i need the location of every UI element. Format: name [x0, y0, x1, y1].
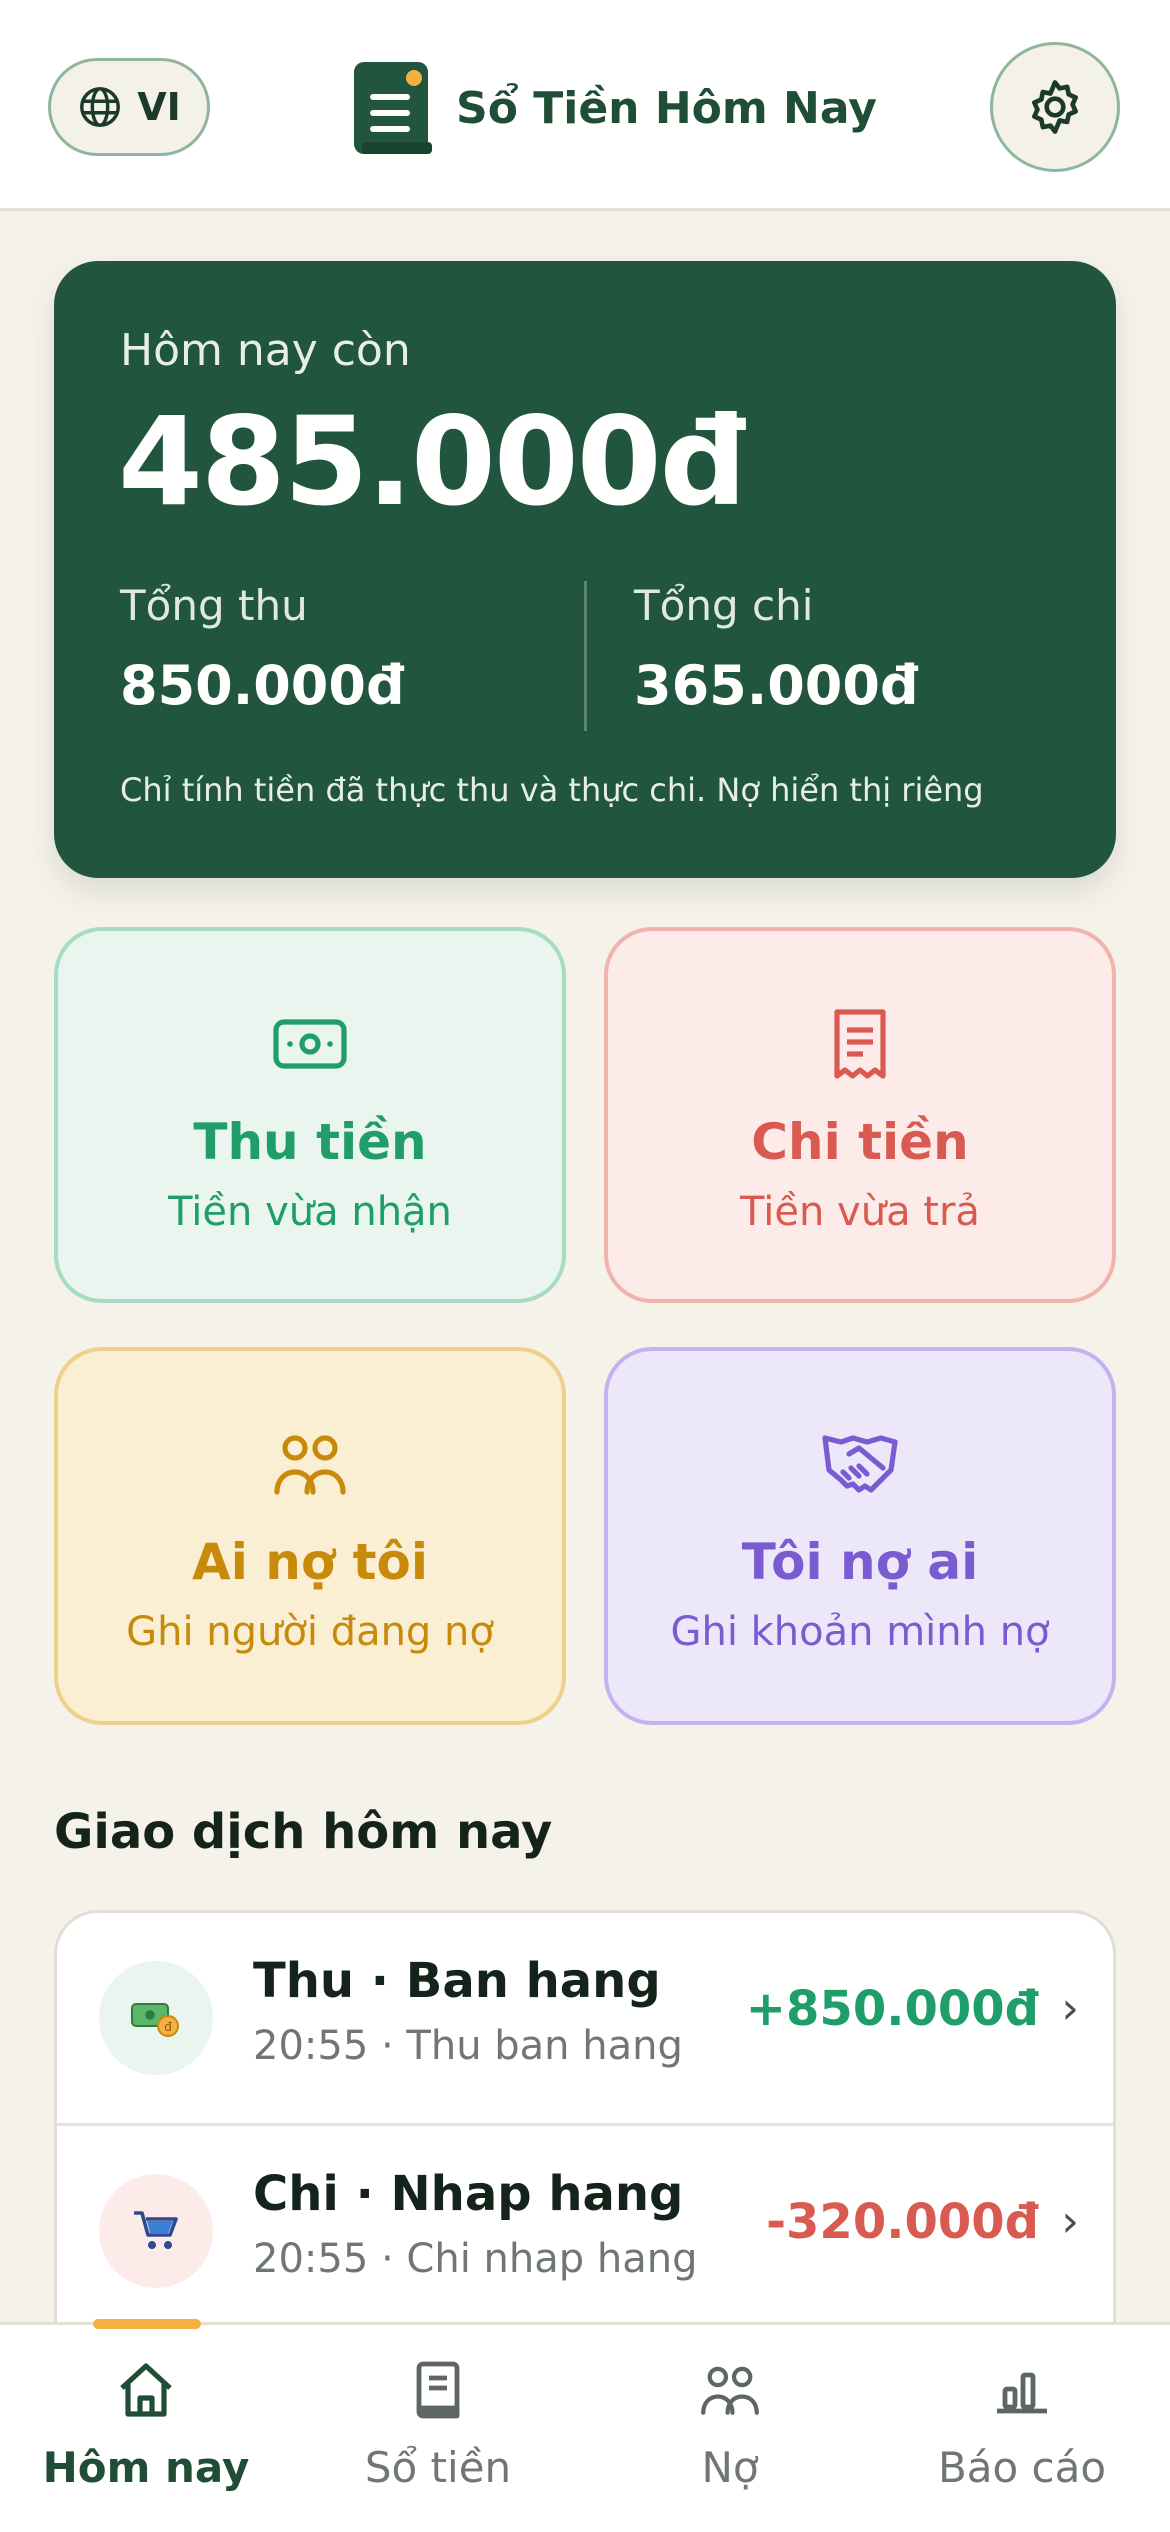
i-owe-subtitle: Ghi khoản mình nợ	[670, 1609, 1050, 1655]
nav-tab-ledger-label: Sổ tiền	[364, 2443, 512, 2492]
expense-summary: Tổng chi 365.000đ	[634, 581, 919, 717]
nav-tab-debt[interactable]: Nợ	[600, 2355, 860, 2525]
chart-icon	[997, 2372, 1047, 2414]
transaction-row[interactable]: Chi · Nhap hang 20:55 · Chi nhap hang -3…	[57, 2123, 1113, 2327]
active-tab-indicator	[93, 2319, 201, 2329]
income-summary: Tổng thu 850.000đ	[120, 581, 405, 717]
expense-action-title: Chi tiền	[751, 1113, 969, 1171]
transaction-title: Thu · Ban hang	[253, 1953, 661, 2009]
transaction-avatar	[99, 2174, 213, 2288]
income-total-label: Tổng thu	[120, 581, 308, 630]
nav-tab-report[interactable]: Báo cáo	[892, 2355, 1152, 2525]
balance-amount: 485.000đ	[118, 391, 747, 533]
transaction-subtitle: 20:55 · Chi nhap hang	[253, 2236, 698, 2282]
transaction-amount: -320.000đ	[766, 2194, 1039, 2250]
income-action-tile[interactable]: Thu tiền Tiền vừa nhận	[54, 927, 566, 1303]
transaction-row[interactable]: đ Thu · Ban hang 20:55 · Thu ban hang +8…	[57, 1913, 1113, 2123]
nav-tab-today-label: Hôm nay	[42, 2443, 250, 2492]
transaction-title: Chi · Nhap hang	[253, 2166, 684, 2222]
owed-to-me-subtitle: Ghi người đang nợ	[126, 1609, 494, 1655]
svg-text:đ: đ	[164, 2020, 172, 2034]
handshake-icon	[822, 1435, 898, 1493]
ledger-logo-icon	[354, 62, 432, 154]
chevron-right-icon: ›	[1061, 1983, 1079, 2034]
app-title: Sổ Tiền Hôm Nay	[456, 82, 877, 134]
balance-card: Hôm nay còn 485.000đ Tổng thu 850.000đ T…	[54, 261, 1116, 878]
transactions-section-title: Giao dịch hôm nay	[54, 1804, 553, 1860]
transaction-avatar: đ	[99, 1961, 213, 2075]
nav-tab-debt-label: Nợ	[701, 2443, 759, 2492]
owed-to-me-tile[interactable]: Ai nợ tôi Ghi người đang nợ	[54, 1347, 566, 1725]
home-icon	[120, 2363, 172, 2417]
nav-tab-ledger[interactable]: Sổ tiền	[308, 2355, 568, 2525]
receipt-icon	[834, 1009, 886, 1079]
balance-note: Chỉ tính tiền đã thực thu và thực chi. N…	[120, 771, 984, 809]
chevron-right-icon: ›	[1061, 2196, 1079, 2247]
transaction-amount: +850.000đ	[745, 1981, 1039, 2037]
income-total-value: 850.000đ	[120, 654, 405, 717]
transactions-list: đ Thu · Ban hang 20:55 · Thu ban hang +8…	[54, 1910, 1116, 2330]
people-icon	[701, 2366, 759, 2415]
bottom-navigation: Hôm nay Sổ tiền Nợ Báo cáo	[0, 2319, 1170, 2532]
i-owe-title: Tôi nợ ai	[741, 1533, 979, 1591]
cart-icon	[134, 2211, 178, 2249]
nav-tab-report-label: Báo cáo	[937, 2443, 1107, 2492]
globe-icon	[80, 87, 121, 127]
gear-icon	[1032, 80, 1078, 134]
language-code: VI	[137, 85, 181, 129]
i-owe-tile[interactable]: Tôi nợ ai Ghi khoản mình nợ	[604, 1347, 1116, 1725]
people-icon	[274, 1435, 346, 1495]
owed-to-me-title: Ai nợ tôi	[192, 1533, 428, 1591]
income-action-subtitle: Tiền vừa nhận	[168, 1189, 452, 1235]
transaction-subtitle: 20:55 · Thu ban hang	[253, 2023, 683, 2069]
income-action-title: Thu tiền	[193, 1113, 427, 1171]
app-header: VI Sổ Tiền Hôm Nay	[0, 0, 1170, 211]
expense-action-tile[interactable]: Chi tiền Tiền vừa trả	[604, 927, 1116, 1303]
language-switcher[interactable]: VI	[48, 58, 210, 156]
expense-action-subtitle: Tiền vừa trả	[740, 1189, 980, 1235]
expense-total-label: Tổng chi	[634, 581, 814, 630]
cash-icon	[273, 1019, 347, 1069]
balance-label: Hôm nay còn	[120, 325, 411, 376]
brand: Sổ Tiền Hôm Nay	[350, 58, 877, 158]
money-icon: đ	[131, 2003, 179, 2037]
expense-total-value: 365.000đ	[634, 654, 919, 717]
summary-divider	[584, 581, 587, 731]
settings-button[interactable]	[990, 42, 1120, 172]
book-icon	[416, 2361, 460, 2419]
nav-tab-today[interactable]: Hôm nay	[16, 2355, 276, 2525]
